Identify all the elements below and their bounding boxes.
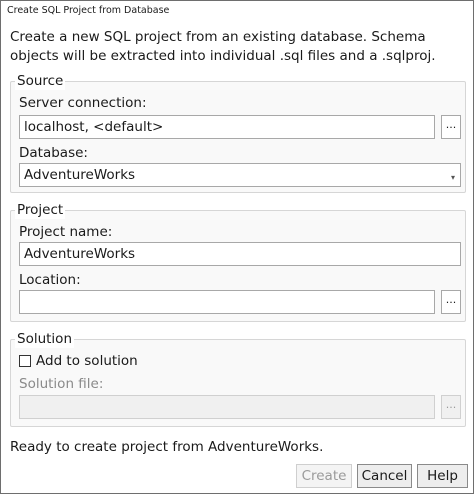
create-button[interactable]: Create <box>296 464 352 488</box>
project-group-title: Project <box>15 201 66 219</box>
chevron-down-icon: ▾ <box>450 173 455 182</box>
source-group-title: Source <box>15 72 66 90</box>
solution-group: Solution Add to solution Solution file: … <box>10 330 466 427</box>
solution-file-label: Solution file: <box>19 376 104 392</box>
database-label: Database: <box>19 145 88 161</box>
database-dropdown[interactable]: AdventureWorks ▾ <box>19 163 461 187</box>
solution-file-field[interactable] <box>19 395 435 419</box>
window-title: Create SQL Project from Database <box>1 1 473 21</box>
intro-text: Create a new SQL project from an existin… <box>10 29 436 64</box>
checkbox-box[interactable] <box>19 355 31 367</box>
server-browse-button[interactable]: ... <box>441 115 461 139</box>
project-name-field[interactable]: AdventureWorks <box>19 242 461 266</box>
server-connection-label: Server connection: <box>19 95 147 111</box>
add-to-solution-label: Add to solution <box>36 353 138 369</box>
help-button[interactable]: Help <box>417 464 468 488</box>
location-browse-button[interactable]: ... <box>441 290 461 314</box>
project-name-label: Project name: <box>19 224 113 240</box>
solution-group-title: Solution <box>15 330 74 348</box>
add-to-solution-checkbox[interactable]: Add to solution <box>19 352 138 370</box>
database-selected-value: AdventureWorks <box>24 167 136 183</box>
server-connection-field[interactable]: localhost, <default> <box>19 115 435 139</box>
solution-browse-button[interactable]: ... <box>441 395 461 419</box>
cancel-button[interactable]: Cancel <box>357 464 412 488</box>
source-group: Source Server connection: localhost, <de… <box>10 72 466 193</box>
project-group: Project Project name: AdventureWorks Loc… <box>10 201 466 322</box>
status-text: Ready to create project from AdventureWo… <box>10 439 324 455</box>
dialog-window: Create SQL Project from Database Create … <box>0 0 474 494</box>
location-label: Location: <box>19 272 81 288</box>
location-field[interactable] <box>19 290 435 314</box>
